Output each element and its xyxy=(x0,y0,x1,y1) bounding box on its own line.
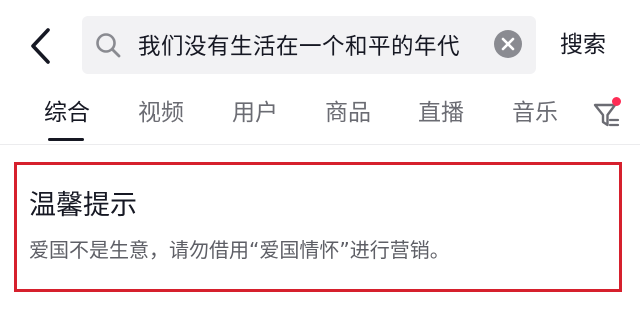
tab-music[interactable]: 音乐 xyxy=(512,96,558,130)
tab-users[interactable]: 用户 xyxy=(232,96,278,130)
notification-dot xyxy=(612,97,621,106)
back-button[interactable] xyxy=(22,24,58,68)
clear-search-button[interactable] xyxy=(494,30,522,58)
chevron-left-icon xyxy=(31,28,50,64)
tabs-divider xyxy=(0,144,640,145)
tab-comprehensive[interactable]: 综合 xyxy=(44,96,90,130)
search-icon xyxy=(96,33,121,58)
notice-title: 温馨提示 xyxy=(29,190,137,221)
top-bar: 搜索 xyxy=(0,0,640,90)
clear-icon xyxy=(501,37,515,51)
filter-button[interactable] xyxy=(592,97,622,130)
active-tab-indicator xyxy=(48,138,84,141)
tab-products[interactable]: 商品 xyxy=(325,96,371,130)
notice-card: 温馨提示 爱国不是生意，请勿借用“爱国情怀”进行营销。 xyxy=(14,162,622,292)
search-button[interactable]: 搜索 xyxy=(560,28,606,62)
result-tabs: 综合 视频 用户 商品 直播 音乐 xyxy=(0,90,640,144)
notice-body: 爱国不是生意，请勿借用“爱国情怀”进行营销。 xyxy=(29,238,450,262)
bottom-spacer xyxy=(0,306,640,321)
search-input[interactable] xyxy=(138,26,488,64)
tab-live[interactable]: 直播 xyxy=(418,96,464,130)
tab-videos[interactable]: 视频 xyxy=(138,96,184,130)
search-box[interactable] xyxy=(82,16,536,74)
